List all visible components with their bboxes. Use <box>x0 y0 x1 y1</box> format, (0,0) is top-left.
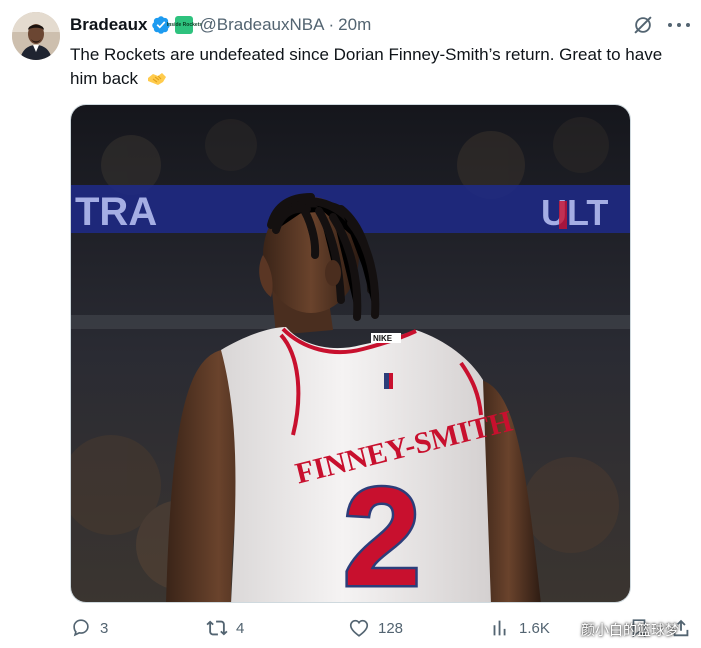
tweet-header: Bradeaux Inside Rockets @BradeauxNBA · 2… <box>70 14 371 36</box>
tweet-card[interactable]: Bradeaux Inside Rockets @BradeauxNBA · 2… <box>0 0 701 648</box>
reply-icon <box>73 619 89 637</box>
handshake-emoji-icon <box>147 73 166 85</box>
timestamp[interactable]: 20m <box>338 15 371 35</box>
affiliate-badge-text: Inside Rockets <box>166 21 203 28</box>
avatar-image <box>12 12 60 60</box>
watermark-text: 颜小白的篮球梦 <box>581 623 679 639</box>
player-photo: TRA ULT NIKE FINNEY-SMITH 2 <box>71 105 630 603</box>
repost-count: 4 <box>236 619 245 637</box>
like-button[interactable]: 128 <box>348 616 403 640</box>
banner-left-text: TRA <box>75 190 157 234</box>
repost-icon <box>206 620 228 636</box>
grok-icon[interactable] <box>632 14 654 36</box>
user-handle[interactable]: @BradeauxNBA <box>199 15 324 35</box>
like-icon <box>349 619 369 637</box>
repost-button[interactable]: 4 <box>206 616 244 640</box>
separator-dot: · <box>328 15 335 34</box>
more-icon[interactable] <box>668 16 690 34</box>
like-count: 128 <box>378 619 404 637</box>
tweet-photo[interactable]: TRA ULT NIKE FINNEY-SMITH 2 <box>70 104 631 603</box>
tweet-text: The Rockets are undefeated since Dorian … <box>70 43 680 91</box>
display-name[interactable]: Bradeaux <box>70 15 147 35</box>
views-icon <box>493 620 506 636</box>
reply-count: 3 <box>100 619 109 637</box>
reply-button[interactable]: 3 <box>70 616 108 640</box>
banner-right-text: ULT <box>541 192 608 233</box>
views-count: 1.6K <box>519 619 550 637</box>
avatar[interactable] <box>12 12 60 60</box>
jersey-number: 2 <box>343 458 421 603</box>
jersey-brand: NIKE <box>373 334 393 343</box>
affiliate-badge-icon[interactable]: Inside Rockets <box>167 16 202 34</box>
views-button[interactable]: 1.6K <box>489 616 550 640</box>
